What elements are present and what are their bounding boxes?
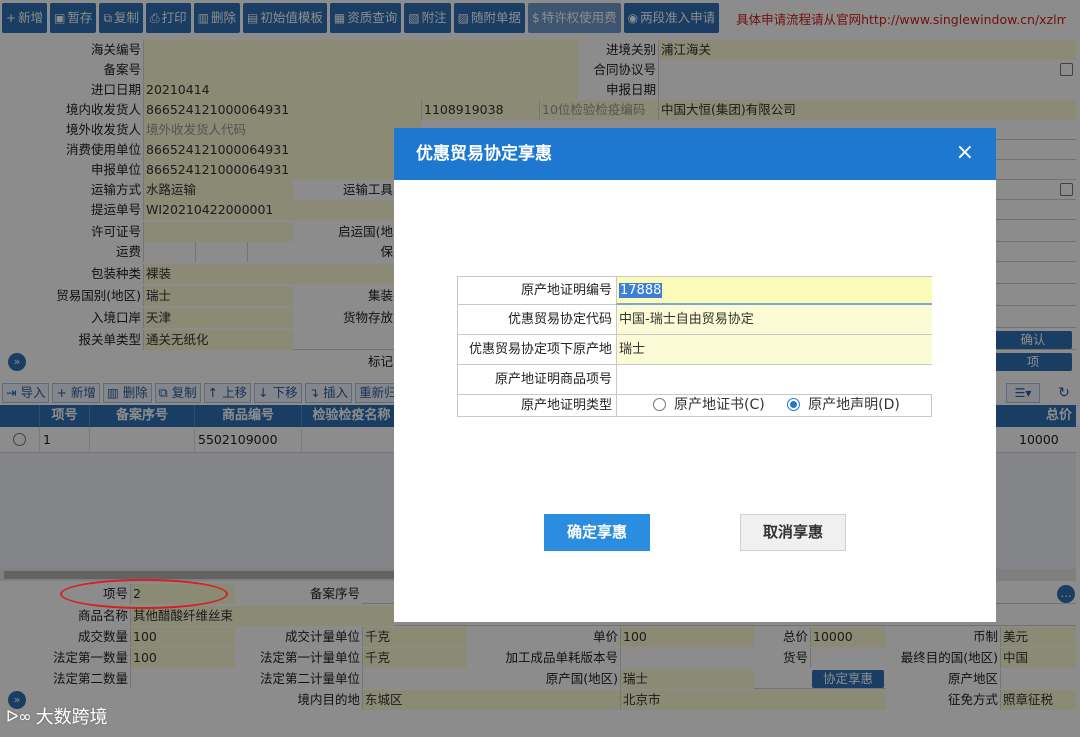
cert-type-label: 原产地证明类型 bbox=[520, 398, 612, 413]
radio-unchecked-icon[interactable] bbox=[653, 398, 666, 411]
agreement-origin-label: 优惠贸易协定项下原产地 bbox=[468, 342, 612, 357]
modal-row: 原产地证明编号 17888 bbox=[457, 276, 932, 305]
confirm-agreement-button[interactable]: 确定享惠 bbox=[544, 514, 650, 551]
modal-title: 优惠贸易协定享惠 bbox=[416, 144, 552, 164]
modal-row: 优惠贸易协定项下原产地 瑞士 bbox=[457, 335, 932, 365]
cert-no-label: 原产地证明编号 bbox=[520, 283, 612, 298]
modal-row: 优惠贸易协定代码 中国-瑞士自由贸易协定 bbox=[457, 305, 932, 335]
highlight-ellipse bbox=[60, 579, 228, 609]
cert-item-label: 原产地证明商品项号 bbox=[494, 372, 612, 387]
cert-option-c[interactable]: 原产地证书(C) bbox=[653, 397, 765, 413]
cert-no-input[interactable]: 17888 bbox=[616, 277, 932, 305]
cert-item-field[interactable] bbox=[616, 365, 932, 394]
agreement-code-field[interactable]: 中国-瑞士自由贸易协定 bbox=[616, 305, 932, 334]
agreement-modal: 优惠贸易协定享惠 × 原产地证明编号 17888 优惠贸易协定代码 中国-瑞士自… bbox=[394, 128, 996, 622]
cert-no-value: 17888 bbox=[619, 283, 663, 298]
modal-row: 原产地证明类型 原产地证书(C) 原产地声明(D) bbox=[457, 395, 932, 417]
agreement-origin-field[interactable]: 瑞士 bbox=[616, 335, 932, 364]
logo-icon: ᐅ∞ bbox=[6, 706, 32, 726]
cert-type-options: 原产地证书(C) 原产地声明(D) bbox=[616, 395, 932, 416]
watermark: ᐅ∞ 大数跨境 bbox=[6, 703, 108, 729]
radio-checked-icon[interactable] bbox=[787, 398, 801, 411]
cert-option-d[interactable]: 原产地声明(D) bbox=[787, 397, 900, 413]
watermark-text: 大数跨境 bbox=[35, 707, 108, 728]
modal-header: 优惠贸易协定享惠 × bbox=[394, 128, 996, 180]
close-icon[interactable]: × bbox=[956, 140, 974, 166]
modal-row: 原产地证明商品项号 bbox=[457, 365, 932, 395]
agreement-code-label: 优惠贸易协定代码 bbox=[507, 312, 612, 327]
cancel-agreement-button[interactable]: 取消享惠 bbox=[740, 514, 846, 551]
